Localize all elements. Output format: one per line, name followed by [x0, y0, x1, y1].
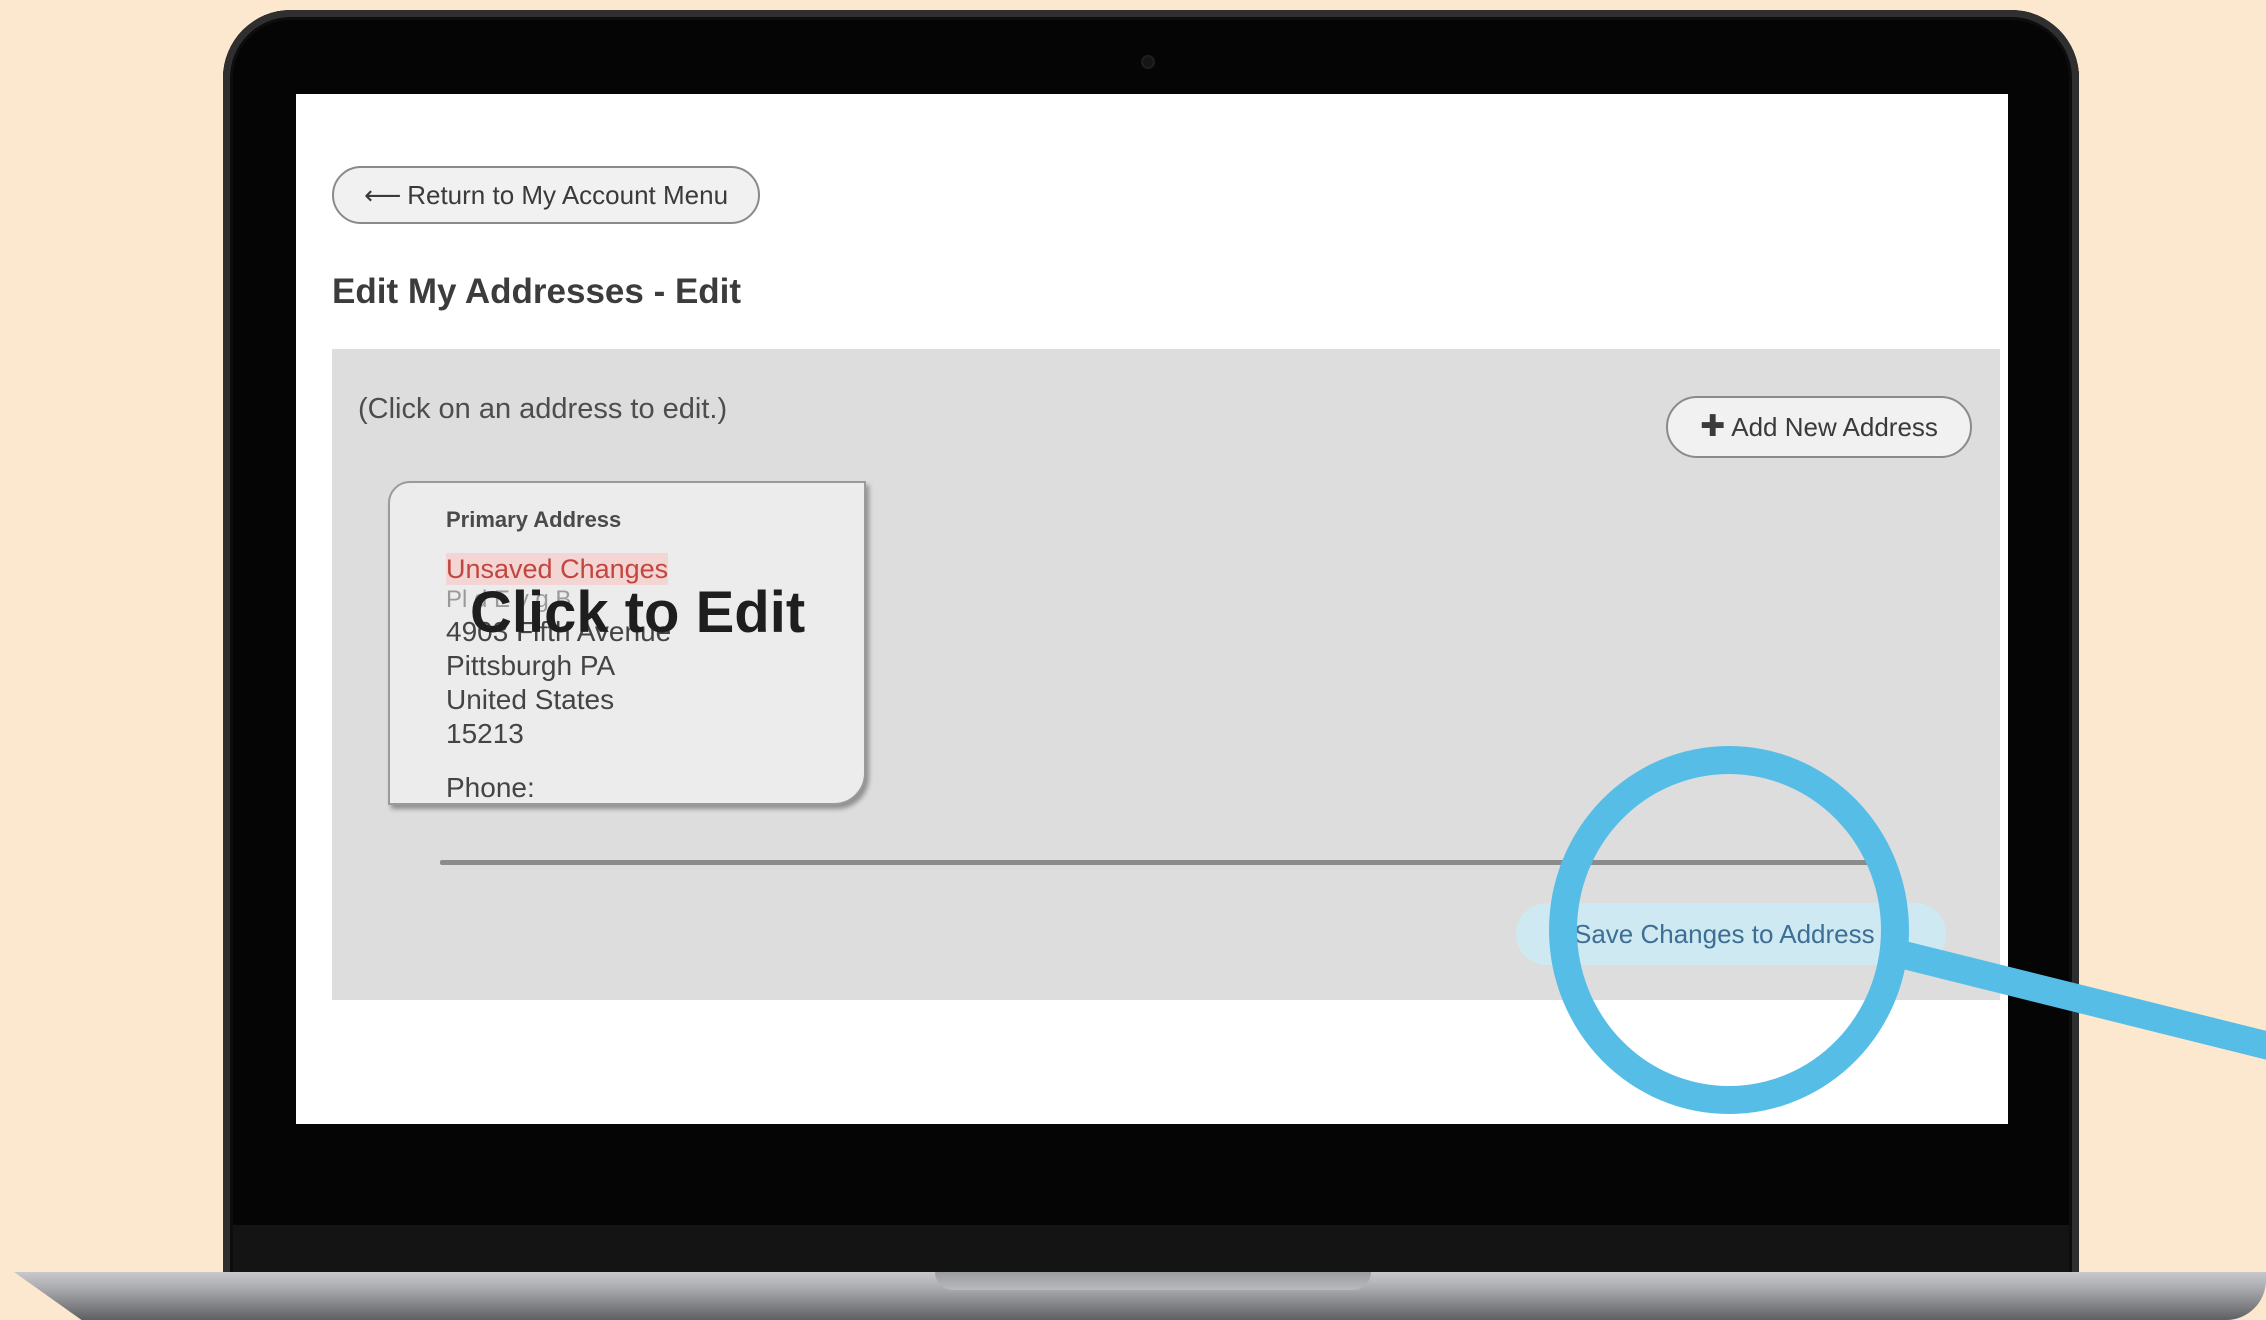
laptop-hinge-notch — [935, 1272, 1371, 1290]
add-button-label: Add New Address — [1731, 411, 1938, 442]
address-card-heading: Primary Address — [446, 507, 622, 532]
add-new-address-button[interactable]: ✚ Add New Address — [1666, 396, 1972, 458]
arrow-left-icon: ⟵ — [363, 180, 402, 210]
address-card-content: Primary Address Unsaved Changes Pl d E y… — [446, 507, 864, 803]
address-phone-label: Phone: — [446, 772, 535, 803]
return-button-label: Return to My Account Menu — [407, 179, 729, 210]
return-to-account-menu-button[interactable]: ⟵ Return to My Account Menu — [332, 166, 760, 224]
address-country: United States — [446, 684, 615, 715]
address-city-state: Pittsburgh PA — [446, 650, 616, 681]
webcam — [1141, 55, 1155, 69]
primary-address-card[interactable]: Primary Address Unsaved Changes Pl d E y… — [388, 481, 866, 805]
plus-icon: ✚ — [1700, 410, 1726, 443]
edit-hint: (Click on an address to edit.) — [358, 393, 728, 425]
address-zip: 15213 — [446, 718, 524, 749]
magnifier-highlight-icon — [1549, 746, 1909, 1114]
laptop-bezel-bottom — [233, 1225, 2069, 1275]
click-to-edit-overlay[interactable]: Click to Edit — [470, 579, 805, 646]
page-title: Edit My Addresses - Edit — [332, 272, 742, 311]
